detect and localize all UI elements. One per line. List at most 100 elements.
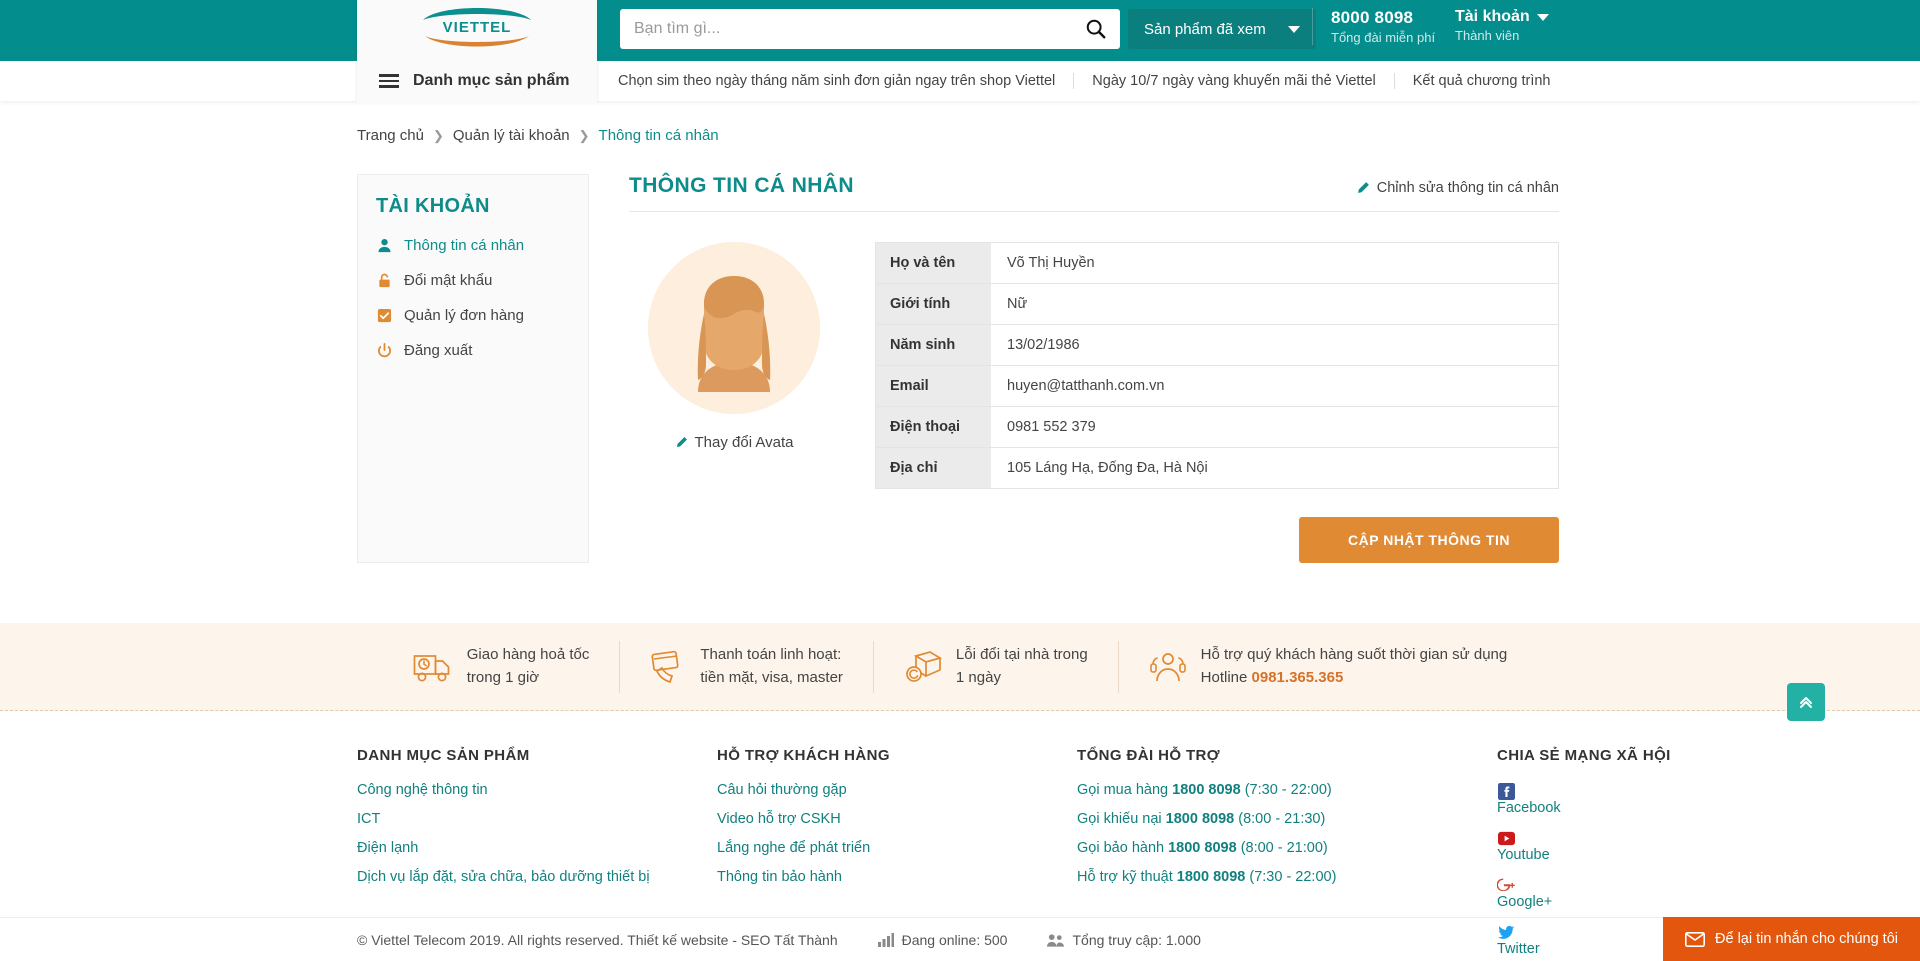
chevron-down-icon bbox=[1536, 13, 1549, 21]
nav-link-1[interactable]: Chọn sim theo ngày tháng năm sinh đơn gi… bbox=[600, 73, 1075, 89]
card-hand-icon bbox=[651, 650, 679, 683]
viewed-products-label: Sản phẩm đã xem bbox=[1144, 20, 1266, 38]
search-icon bbox=[1086, 19, 1106, 39]
profile-body: Thay đổi Avata Họ và tên Võ Thị Huyền Gi… bbox=[629, 212, 1559, 563]
footer-col-title: CHIA SẺ MẠNG XÃ HỘI bbox=[1497, 747, 1671, 764]
users-icon bbox=[1047, 933, 1065, 947]
action-row: CẬP NHẬT THÔNG TIN bbox=[875, 517, 1559, 563]
field-value: 0981 552 379 bbox=[991, 407, 1558, 447]
footer-link[interactable]: Thông tin bảo hành bbox=[717, 869, 1077, 885]
sidebar-item-label: Thông tin cá nhân bbox=[404, 237, 525, 254]
sidebar-item-profile[interactable]: Thông tin cá nhân bbox=[358, 228, 588, 263]
feature-item: Giao hàng hoả tốc trong 1 giờ bbox=[383, 640, 621, 693]
feature-line-1: Hỗ trợ quý khách hàng suốt thời gian sử … bbox=[1200, 646, 1508, 663]
signal-icon bbox=[877, 932, 894, 947]
footer-link[interactable]: Dịch vụ lắp đặt, sửa chữa, bảo dưỡng thi… bbox=[357, 869, 717, 885]
content-header: THÔNG TIN CÁ NHÂN Chỉnh sửa thông tin cá… bbox=[629, 174, 1559, 212]
field-value: 105 Láng Hạ, Đống Đa, Hà Nội bbox=[991, 448, 1558, 488]
scroll-to-top-button[interactable] bbox=[1787, 683, 1825, 721]
footer-link[interactable]: Video hỗ trợ CSKH bbox=[717, 811, 1077, 827]
live-chat-button[interactable]: Để lại tin nhắn cho chúng tôi bbox=[1663, 917, 1920, 961]
hotline-number: 1800 8098 bbox=[1168, 840, 1237, 856]
hotline-label: Hỗ trợ kỹ thuật bbox=[1077, 869, 1173, 885]
breadcrumb-separator-icon: ❯ bbox=[432, 127, 444, 143]
table-row: Năm sinh 13/02/1986 bbox=[875, 325, 1559, 366]
main-area: TÀI KHOẢN Thông tin cá nhân Đổi mật khẩu… bbox=[0, 144, 1920, 563]
search-input[interactable] bbox=[620, 10, 1072, 48]
field-value: 13/02/1986 bbox=[991, 325, 1558, 365]
hotline-label: Gọi khiếu nại bbox=[1077, 811, 1162, 827]
hotline-hours: (7:30 - 22:00) bbox=[1244, 782, 1332, 798]
feature-hotline-prefix: Hotline bbox=[1200, 668, 1252, 686]
sidebar-item-orders[interactable]: Quản lý đơn hàng bbox=[358, 298, 588, 333]
hamburger-icon bbox=[379, 74, 399, 88]
site-header: VIETTEL Sản phẩm đã xem 8000 8098 Tổng đ… bbox=[0, 0, 1920, 100]
search-box[interactable] bbox=[620, 9, 1120, 49]
avatar[interactable] bbox=[648, 242, 820, 414]
hotline-number: 1800 8098 bbox=[1176, 869, 1246, 885]
account-menu[interactable]: Tài khoản Thành viên bbox=[1455, 8, 1549, 43]
hotline-label: Gọi bảo hành bbox=[1077, 840, 1165, 856]
breadcrumb-current: Thông tin cá nhân bbox=[598, 127, 719, 144]
hotline-caption: Tổng đài miễn phí bbox=[1331, 30, 1436, 45]
profile-content: THÔNG TIN CÁ NHÂN Chỉnh sửa thông tin cá… bbox=[629, 174, 1559, 563]
change-avatar-label: Thay đổi Avata bbox=[694, 434, 794, 451]
edit-profile-link[interactable]: Chỉnh sửa thông tin cá nhân bbox=[1356, 180, 1559, 198]
social-link-facebook[interactable]: Facebook bbox=[1497, 782, 1857, 816]
field-label: Họ và tên bbox=[876, 243, 991, 283]
social-link-youtube[interactable]: Youtube bbox=[1497, 829, 1857, 863]
nav-link-2[interactable]: Ngày 10/7 ngày vàng khuyến mãi thẻ Viett… bbox=[1074, 73, 1395, 89]
hotline-label: Gọi mua hàng bbox=[1077, 782, 1169, 798]
table-row: Email huyen@tatthanh.com.vn bbox=[875, 366, 1559, 407]
sidebar-item-change-password[interactable]: Đổi mật khẩu bbox=[358, 263, 588, 298]
breadcrumb: Trang chủ ❯ Quản lý tài khoản ❯ Thông ti… bbox=[0, 101, 1920, 144]
change-avatar-link[interactable]: Thay đổi Avata bbox=[675, 434, 794, 451]
update-info-button[interactable]: CẬP NHẬT THÔNG TIN bbox=[1299, 517, 1559, 563]
category-menu-button[interactable]: Danh mục sản phẩm bbox=[357, 58, 597, 104]
social-label: Youtube bbox=[1497, 847, 1550, 863]
hotline-line: Gọi mua hàng 1800 8098 (7:30 - 22:00) bbox=[1077, 782, 1497, 798]
hotline-line: Hỗ trợ kỹ thuật 1800 8098 (7:30 - 22:00) bbox=[1077, 869, 1497, 885]
pencil-icon bbox=[676, 437, 687, 448]
feature-line-1: Giao hàng hoả tốc bbox=[466, 646, 590, 663]
breadcrumb-item-account[interactable]: Quản lý tài khoản bbox=[453, 127, 570, 144]
copyright-text: © Viettel Telecom 2019. All rights reser… bbox=[357, 931, 838, 948]
hotline-number: 8000 8098 bbox=[1331, 8, 1414, 27]
viewed-products-button[interactable]: Sản phẩm đã xem bbox=[1128, 9, 1316, 49]
table-row: Họ và tên Võ Thị Huyền bbox=[875, 242, 1559, 284]
footer-link[interactable]: Công nghệ thông tin bbox=[357, 782, 717, 798]
search-button[interactable] bbox=[1072, 9, 1120, 49]
footer-link[interactable]: Câu hỏi thường gặp bbox=[717, 782, 1077, 798]
footer-link[interactable]: Lắng nghe để phát triển bbox=[717, 840, 1077, 856]
account-sidebar: TÀI KHOẢN Thông tin cá nhân Đổi mật khẩu… bbox=[357, 174, 589, 563]
footer-link[interactable]: ICT bbox=[357, 811, 717, 827]
nav-link-3[interactable]: Kết quả chương trình bbox=[1395, 73, 1569, 89]
account-label: Tài khoản bbox=[1455, 8, 1530, 25]
chevron-double-up-icon bbox=[1800, 697, 1812, 708]
footer-link[interactable]: Điện lạnh bbox=[357, 840, 717, 856]
feature-line-2: tiền mặt, visa, master bbox=[700, 668, 843, 686]
chevron-down-icon bbox=[1287, 25, 1300, 33]
page-title: THÔNG TIN CÁ NHÂN bbox=[629, 174, 854, 197]
breadcrumb-item-home[interactable]: Trang chủ bbox=[357, 127, 424, 144]
avatar-column: Thay đổi Avata bbox=[629, 242, 839, 563]
social-link-googleplus[interactable]: Google+ bbox=[1497, 876, 1857, 910]
hotline-line: Gọi khiếu nại 1800 8098 (8:00 - 21:30) bbox=[1077, 811, 1497, 827]
footer-col-title: HỖ TRỢ KHÁCH HÀNG bbox=[717, 747, 890, 764]
bottom-bar: © Viettel Telecom 2019. All rights reser… bbox=[0, 917, 1920, 961]
hotline-number: 1800 8098 bbox=[1172, 782, 1241, 798]
table-row: Địa chỉ 105 Láng Hạ, Đống Đa, Hà Nội bbox=[875, 448, 1559, 489]
feature-item: Hỗ trợ quý khách hàng suốt thời gian sử … bbox=[1119, 641, 1538, 693]
pencil-icon bbox=[1357, 182, 1369, 193]
field-label: Năm sinh bbox=[876, 325, 991, 365]
facebook-icon bbox=[1497, 782, 1515, 800]
sidebar-item-label: Đăng xuất bbox=[404, 342, 473, 359]
live-chat-label: Để lại tin nhắn cho chúng tôi bbox=[1715, 931, 1898, 947]
hotline-line: Gọi bảo hành 1800 8098 (8:00 - 21:00) bbox=[1077, 840, 1497, 856]
table-row: Giới tính Nữ bbox=[875, 284, 1559, 325]
hotline-hours: (8:00 - 21:30) bbox=[1238, 811, 1326, 827]
field-label: Giới tính bbox=[876, 284, 991, 324]
sidebar-item-logout[interactable]: Đăng xuất bbox=[358, 333, 588, 368]
field-value: Võ Thị Huyền bbox=[991, 243, 1558, 283]
edit-profile-label: Chỉnh sửa thông tin cá nhân bbox=[1376, 180, 1559, 196]
